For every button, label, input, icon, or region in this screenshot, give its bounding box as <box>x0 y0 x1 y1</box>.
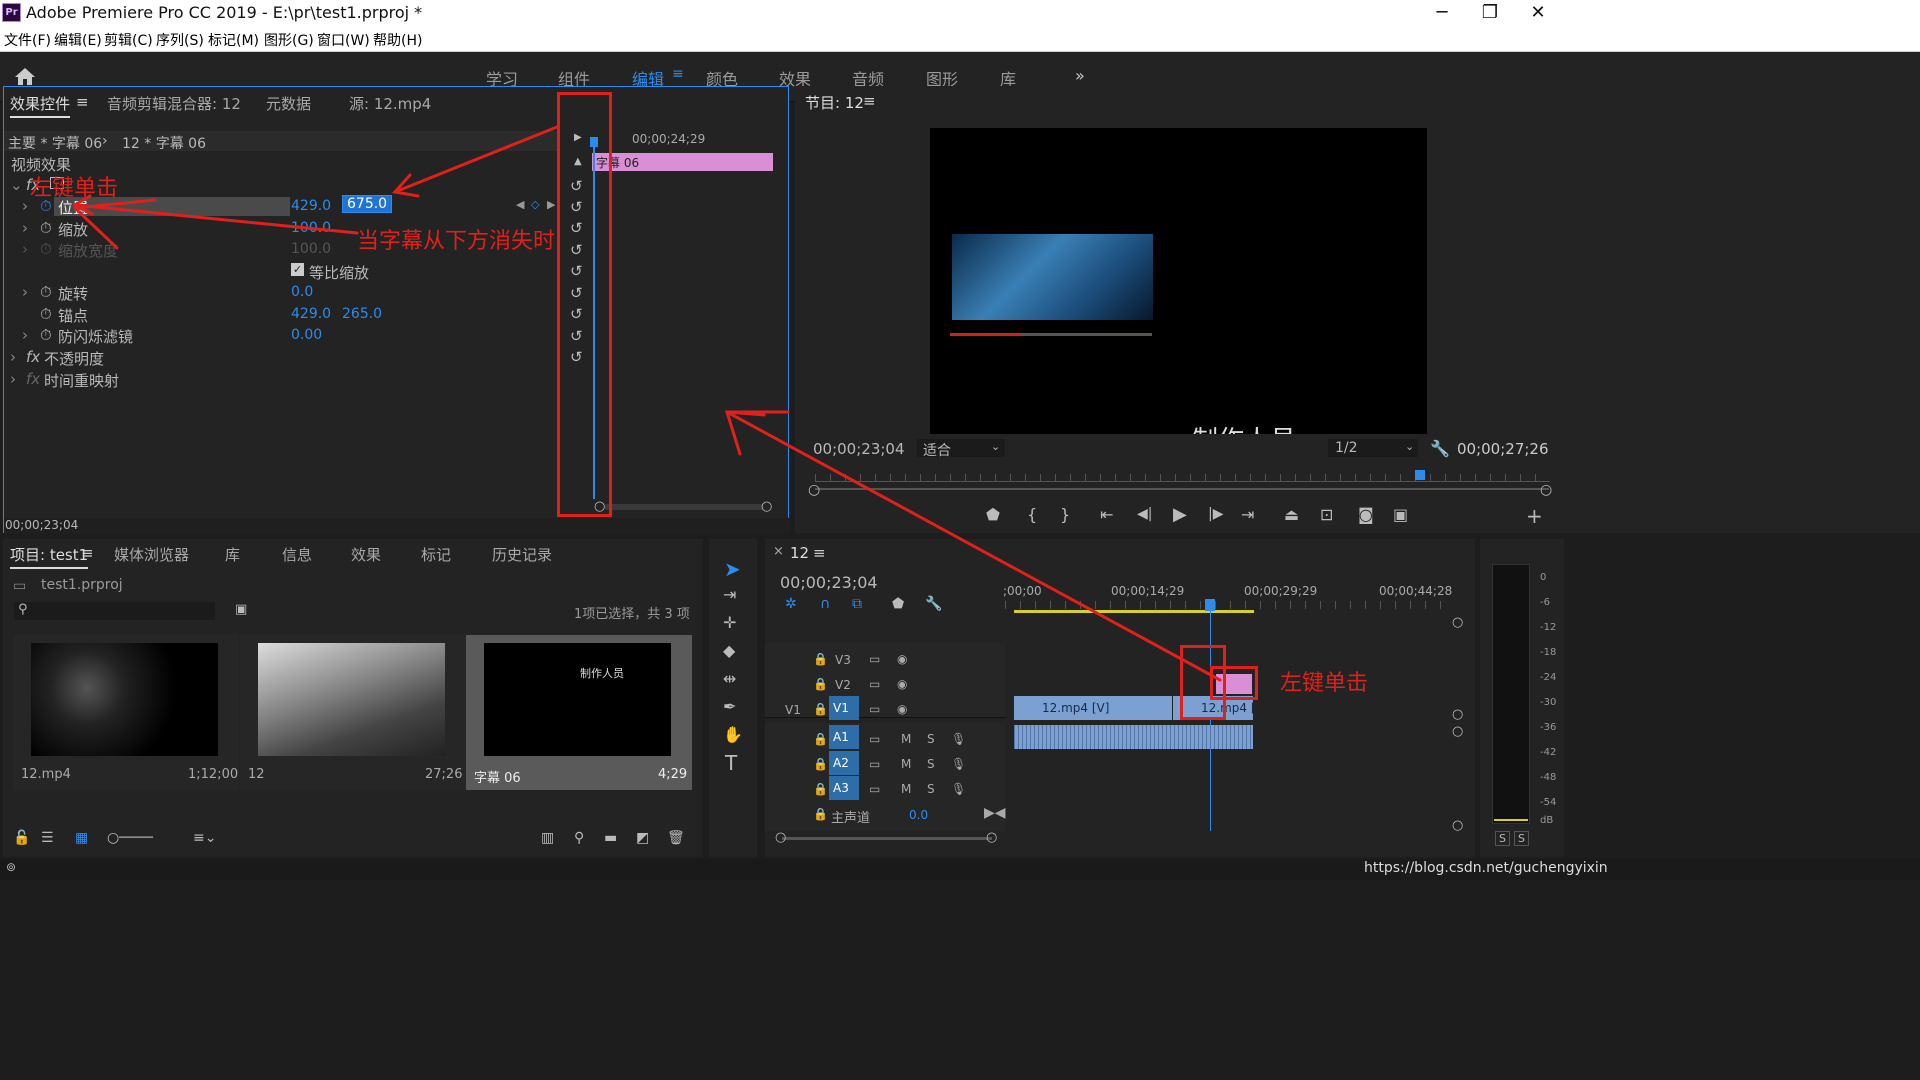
annotation-arrows <box>71 125 1222 682</box>
